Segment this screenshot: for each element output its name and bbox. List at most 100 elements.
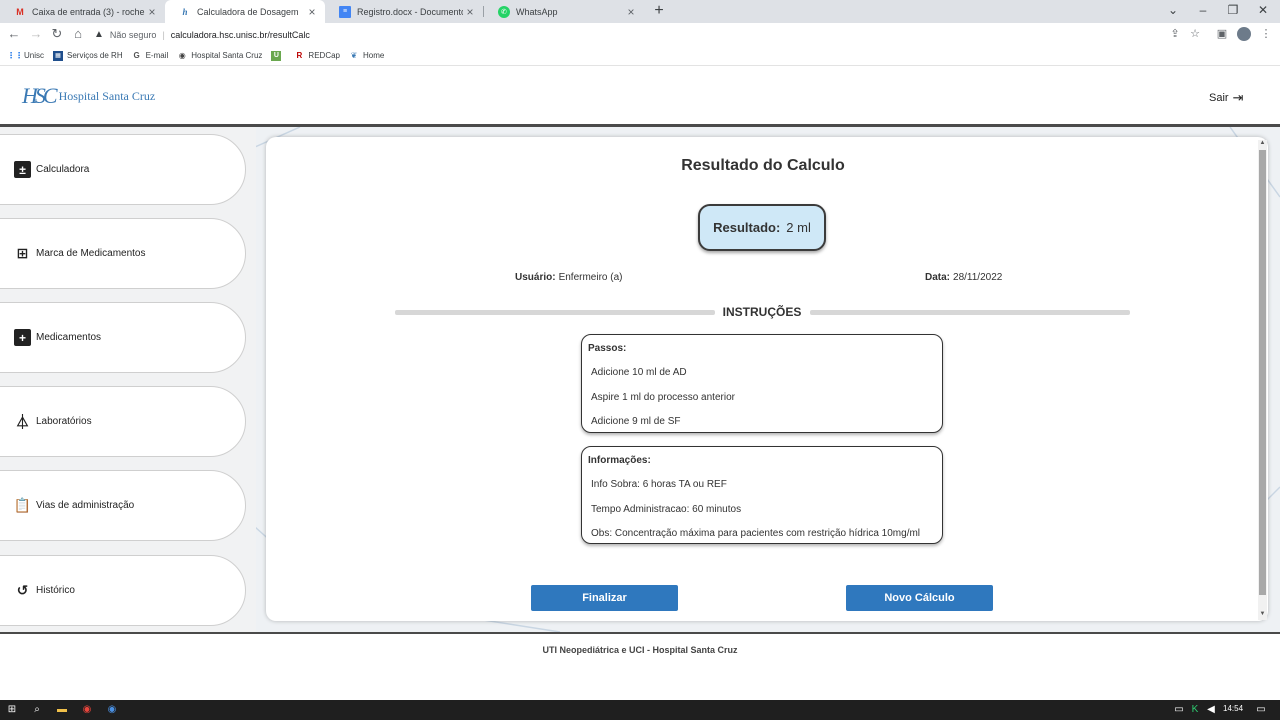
medical-kit-icon: + — [14, 329, 31, 346]
logout-button[interactable]: Sair ⇥ — [1209, 90, 1243, 106]
instructions-divider-right — [810, 310, 1130, 315]
tab-calculadora[interactable]: h Calculadora de Dosagem × — [165, 0, 325, 23]
new-tab-button[interactable]: + — [650, 2, 668, 20]
sidebar-item-historico[interactable]: ↺ Histórico — [0, 555, 246, 626]
instructions-divider-left — [395, 310, 715, 315]
star-icon[interactable]: ☆ — [1187, 26, 1203, 42]
bookmark-hospital[interactable]: ◉ Hospital Santa Cruz — [177, 51, 263, 61]
file-explorer-icon[interactable]: ▬ — [55, 703, 69, 717]
info-title: Informações: — [588, 455, 651, 466]
restore-icon[interactable]: ❐ — [1218, 0, 1248, 23]
logout-icon: ⇥ — [1232, 90, 1244, 105]
tab-label: Caixa de entrada (3) - rochelemel — [32, 6, 145, 17]
result-box: Resultado: 2 ml — [698, 204, 826, 251]
page-title: Resultado do Calculo — [681, 157, 845, 174]
steps-title: Passos: — [588, 343, 627, 354]
sidebar-item-medicamentos[interactable]: + Medicamentos — [0, 302, 246, 373]
windows-start-icon[interactable]: ⊞ — [5, 703, 19, 717]
steps-box: Passos: Adicione 10 ml de AD Aspire 1 ml… — [581, 334, 943, 433]
close-icon[interactable]: × — [463, 5, 477, 19]
back-icon[interactable]: ← — [6, 26, 22, 42]
google-icon: G — [133, 51, 140, 60]
home-icon[interactable]: ⌂ — [70, 26, 86, 42]
sidebar-item-vias-administracao[interactable]: 📋 Vias de administração — [0, 470, 246, 541]
bookmark-label: E-mail — [145, 51, 169, 60]
tab-gmail[interactable]: M Caixa de entrada (3) - rochelemel × — [0, 0, 165, 23]
user-value: Enfermeiro (a) — [558, 272, 623, 283]
forward-icon[interactable]: → — [28, 26, 44, 42]
warning-icon: ▲ — [94, 29, 104, 40]
bookmark-servicos-rh[interactable]: ▦ Serviços de RH — [53, 50, 123, 61]
bookmark-label: REDCap — [308, 51, 340, 60]
tab-docs[interactable]: ≡ Registro.docx - Documentos Goo × — [325, 0, 483, 23]
bookmark-redcap[interactable]: R REDCap — [294, 51, 340, 61]
k-app-icon[interactable]: K — [1188, 703, 1202, 717]
tab-label: WhatsApp — [516, 6, 558, 17]
bookmark-email[interactable]: G E-mail — [132, 51, 169, 61]
bookmark-unisc[interactable]: ⋮⋮ Unisc — [7, 51, 45, 61]
volume-icon[interactable]: ◀ — [1204, 703, 1218, 717]
bookmark-u[interactable]: U — [271, 50, 285, 61]
u-icon: U — [271, 50, 282, 61]
sidebar-item-label: Histórico — [36, 585, 75, 596]
sidebar-item-label: Laboratórios — [36, 416, 92, 427]
browser-tab-bar: M Caixa de entrada (3) - rochelemel × h … — [0, 0, 1280, 23]
docs-icon: ≡ — [339, 5, 351, 18]
divider: | — [162, 29, 165, 40]
hospital-logo[interactable]: HSC Hospital Santa Cruz — [22, 83, 155, 109]
step-item: Adicione 10 ml de AD — [591, 367, 687, 378]
apps-icon: ⋮⋮ — [7, 51, 23, 60]
home-leaf-icon: ❦ — [350, 51, 358, 60]
step-item: Adicione 9 ml de SF — [591, 416, 681, 427]
info-box: Informações: Info Sobra: 6 horas TA ou R… — [581, 446, 943, 544]
sidebar-item-laboratorios[interactable]: ⏃ Laboratórios — [0, 386, 246, 457]
profile-avatar[interactable] — [1237, 27, 1251, 41]
scroll-down-icon[interactable]: ▼ — [1258, 611, 1267, 617]
sidebar-item-label: Medicamentos — [36, 332, 102, 343]
date-info: Data: 28/11/2022 — [925, 272, 1002, 283]
window-close-icon[interactable]: ✕ — [1248, 0, 1278, 23]
bookmark-home[interactable]: ❦ Home — [349, 51, 385, 61]
clock[interactable]: 14:54 — [1223, 704, 1243, 713]
url-text[interactable]: calculadora.hsc.unisc.br/resultCalc — [171, 30, 310, 40]
date-label: Data: — [925, 272, 951, 283]
search-icon[interactable]: ⌕ — [30, 703, 44, 717]
flask-icon: ⏃ — [15, 413, 30, 430]
chrome-icon[interactable]: ◉ — [80, 703, 94, 717]
bookmark-label: Serviços de RH — [67, 51, 123, 60]
info-item: Info Sobra: 6 horas TA ou REF — [591, 479, 727, 490]
share-icon[interactable]: ⇪ — [1167, 26, 1183, 42]
tab-whatsapp[interactable]: ✆ WhatsApp × — [484, 0, 644, 23]
windows-taskbar: ⊞ ⌕ ▬ ◉ ◉ ▭ K ◀ 14:54 ▭ — [0, 700, 1280, 720]
new-calculation-button[interactable]: Novo Cálculo — [846, 585, 993, 611]
logo-mark: HSC — [22, 83, 58, 108]
bookmark-label: Unisc — [24, 51, 45, 60]
result-value: 2 ml — [786, 220, 811, 235]
logout-label: Sair — [1209, 92, 1229, 104]
minimize-icon[interactable]: – — [1188, 0, 1218, 23]
tab-label: Calculadora de Dosagem — [197, 6, 299, 17]
instructions-title: INSTRUÇÕES — [722, 305, 802, 319]
notifications-icon[interactable]: ▭ — [1254, 703, 1268, 717]
menu-icon[interactable]: ⋮ — [1258, 26, 1274, 42]
scroll-up-icon[interactable]: ▲ — [1258, 140, 1267, 146]
bookmark-label: Home — [363, 51, 385, 60]
close-icon[interactable]: × — [305, 5, 319, 19]
grid-icon: ▦ — [53, 50, 64, 61]
scrollbar-thumb[interactable] — [1259, 150, 1266, 595]
not-secure-label: Não seguro — [109, 29, 157, 40]
history-icon: ↺ — [16, 582, 29, 598]
close-icon[interactable]: × — [145, 5, 159, 19]
network-icon[interactable]: ▭ — [1172, 703, 1186, 717]
close-icon[interactable]: × — [624, 5, 638, 19]
reload-icon[interactable]: ↻ — [49, 26, 65, 42]
sidebar-item-marca-medicamentos[interactable]: ⊞ Marca de Medicamentos — [0, 218, 246, 289]
omnibox[interactable]: ▲ Não seguro | calculadora.hsc.unisc.br/… — [94, 25, 1210, 44]
user-label: Usuário: — [515, 272, 556, 283]
finish-button[interactable]: Finalizar — [531, 585, 678, 611]
info-item: Obs: Concentração máxima para pacientes … — [591, 528, 921, 539]
side-panel-icon[interactable]: ▣ — [1214, 26, 1230, 42]
tab-label: Registro.docx - Documentos Goo — [357, 6, 463, 17]
chrome-profile-icon[interactable]: ◉ — [105, 703, 119, 717]
tab-search-icon[interactable]: ⌄ — [1158, 0, 1188, 23]
